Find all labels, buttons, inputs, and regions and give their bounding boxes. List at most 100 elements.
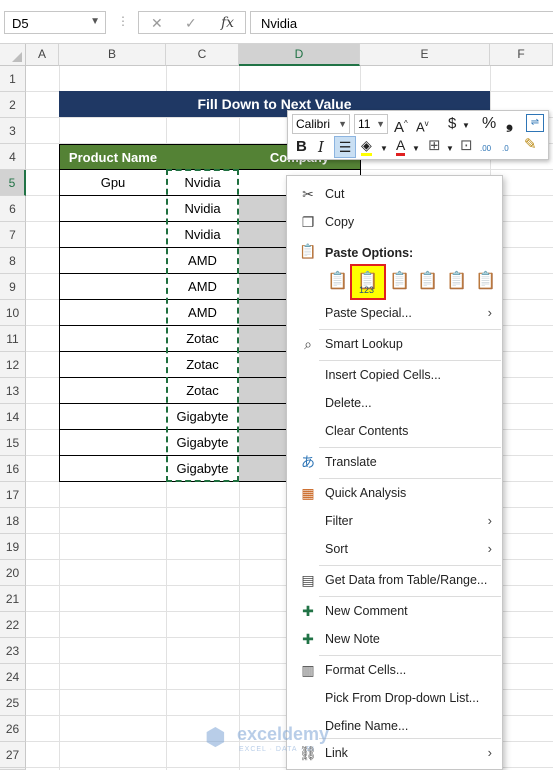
italic-icon[interactable]: I [318, 138, 324, 156]
row-header[interactable]: 16 [0, 456, 26, 482]
cell-company-c[interactable]: AMD [166, 248, 240, 274]
column-header-b[interactable]: B [59, 44, 166, 66]
row-header[interactable]: 6 [0, 196, 26, 222]
paste-values-icon[interactable]: 📋 123 [350, 264, 386, 300]
enter-icon[interactable]: ✓ [185, 15, 197, 32]
column-header-d[interactable]: D [239, 44, 360, 66]
row-header[interactable]: 13 [0, 378, 26, 404]
cell-product[interactable] [59, 404, 167, 430]
row-header[interactable]: 23 [0, 638, 26, 664]
comma-style-icon[interactable]: ❟ [506, 113, 513, 131]
chevron-down-icon[interactable]: ▼ [446, 140, 454, 158]
row-header[interactable]: 22 [0, 612, 26, 638]
name-box[interactable]: D5 ▼ [4, 11, 106, 34]
menu-item-format-cells[interactable]: ▥ Format Cells... [287, 658, 502, 684]
paste-transpose-icon[interactable]: 📋 [415, 268, 441, 294]
cell-company-c[interactable]: Zotac [166, 326, 240, 352]
center-align-icon[interactable]: ☰ [334, 136, 356, 158]
row-header[interactable]: 9 [0, 274, 26, 300]
fill-color-icon[interactable]: ◈ [361, 137, 372, 156]
menu-item-paste-special[interactable]: Paste Special... › [287, 301, 502, 327]
cell-product[interactable] [59, 196, 167, 222]
row-header[interactable]: 14 [0, 404, 26, 430]
cell-product[interactable] [59, 352, 167, 378]
row-header[interactable]: 11 [0, 326, 26, 352]
row-header[interactable]: 5 [0, 170, 26, 196]
wrap-text-icon[interactable]: ⇌ [526, 114, 544, 132]
menu-item-delete[interactable]: Delete... [287, 391, 502, 417]
chevron-down-icon[interactable]: ▼ [462, 117, 470, 135]
insert-function-icon[interactable]: fx [221, 15, 234, 31]
bold-icon[interactable]: B [296, 138, 307, 156]
cell-company-c[interactable]: Gigabyte [166, 430, 240, 456]
font-color-icon[interactable]: A [396, 137, 406, 156]
column-header-e[interactable]: E [360, 44, 490, 66]
menu-item-copy[interactable]: ❐ Copy [287, 210, 502, 236]
font-name-select[interactable]: Calibri ▼ [292, 114, 350, 134]
row-header[interactable]: 19 [0, 534, 26, 560]
select-all-button[interactable] [0, 44, 26, 66]
paste-formulas-icon[interactable]: 📋 [387, 268, 413, 294]
row-header[interactable]: 24 [0, 664, 26, 690]
borders-icon[interactable]: ⊞ [428, 137, 441, 155]
row-header[interactable]: 18 [0, 508, 26, 534]
cell-product[interactable]: Gpu [59, 170, 167, 196]
paste-formatting-icon[interactable]: 📋 [444, 268, 470, 294]
cell-product[interactable] [59, 274, 167, 300]
cell-product[interactable] [59, 456, 167, 482]
format-painter-icon[interactable]: ✎ [524, 136, 537, 154]
row-header[interactable]: 21 [0, 586, 26, 612]
drag-handle-icon[interactable]: ⋮ [117, 14, 129, 32]
menu-item-new-note[interactable]: ✚ New Note [287, 627, 502, 653]
row-header[interactable]: 12 [0, 352, 26, 378]
cell-company-c[interactable]: Nvidia [166, 222, 240, 248]
percent-icon[interactable]: % [482, 115, 496, 133]
menu-item-smart-lookup[interactable]: ⌕ Smart Lookup [287, 332, 502, 358]
menu-item-cut[interactable]: ✂ Cut [287, 182, 502, 208]
merge-center-icon[interactable]: ⊡ [460, 137, 473, 155]
row-header[interactable]: 8 [0, 248, 26, 274]
cell-company-c[interactable]: AMD [166, 300, 240, 326]
row-header[interactable]: 3 [0, 118, 26, 144]
cell-company-c[interactable]: Nvidia [166, 196, 240, 222]
row-header[interactable]: 27 [0, 742, 26, 768]
row-header[interactable]: 17 [0, 482, 26, 508]
menu-item-new-comment[interactable]: ✚ New Comment [287, 599, 502, 625]
menu-item-filter[interactable]: Filter › [287, 509, 502, 535]
increase-decimal-icon[interactable]: .00 [480, 140, 491, 158]
menu-item-pick-from-list[interactable]: Pick From Drop-down List... [287, 686, 502, 712]
cell-company-c[interactable]: Zotac [166, 378, 240, 404]
header-company-c[interactable] [166, 144, 240, 170]
column-header-a[interactable]: A [26, 44, 59, 66]
cell-company-c[interactable]: Gigabyte [166, 404, 240, 430]
header-product-name[interactable]: Product Name [59, 144, 167, 170]
chevron-down-icon[interactable]: ▼ [412, 140, 420, 158]
row-header[interactable]: 26 [0, 716, 26, 742]
grow-font-icon[interactable]: A^ [394, 115, 408, 137]
cell-product[interactable] [59, 326, 167, 352]
row-header[interactable]: 7 [0, 222, 26, 248]
cancel-icon[interactable]: ✕ [151, 15, 163, 32]
cell-company-c[interactable]: Gigabyte [166, 456, 240, 482]
cell-product[interactable] [59, 430, 167, 456]
decrease-decimal-icon[interactable]: .0 [502, 140, 509, 158]
cell-company-c[interactable]: Zotac [166, 352, 240, 378]
shrink-font-icon[interactable]: Av [416, 115, 429, 136]
row-header[interactable]: 10 [0, 300, 26, 326]
menu-item-sort[interactable]: Sort › [287, 537, 502, 563]
row-header[interactable]: 20 [0, 560, 26, 586]
paste-icon[interactable]: 📋 [325, 268, 351, 294]
font-size-select[interactable]: 11 ▼ [354, 114, 388, 134]
row-header[interactable]: 2 [0, 92, 26, 118]
chevron-down-icon[interactable]: ▼ [90, 16, 100, 27]
cell-company-c[interactable]: Nvidia [166, 170, 240, 196]
menu-item-insert-copied-cells[interactable]: Insert Copied Cells... [287, 363, 502, 389]
menu-item-clear-contents[interactable]: Clear Contents [287, 419, 502, 445]
cell-product[interactable] [59, 378, 167, 404]
row-header[interactable]: 4 [0, 144, 26, 170]
row-header[interactable]: 25 [0, 690, 26, 716]
menu-item-get-data[interactable]: ▤ Get Data from Table/Range... [287, 568, 502, 594]
row-header[interactable]: 15 [0, 430, 26, 456]
paste-link-icon[interactable]: 📋 [473, 268, 499, 294]
cell-product[interactable] [59, 222, 167, 248]
